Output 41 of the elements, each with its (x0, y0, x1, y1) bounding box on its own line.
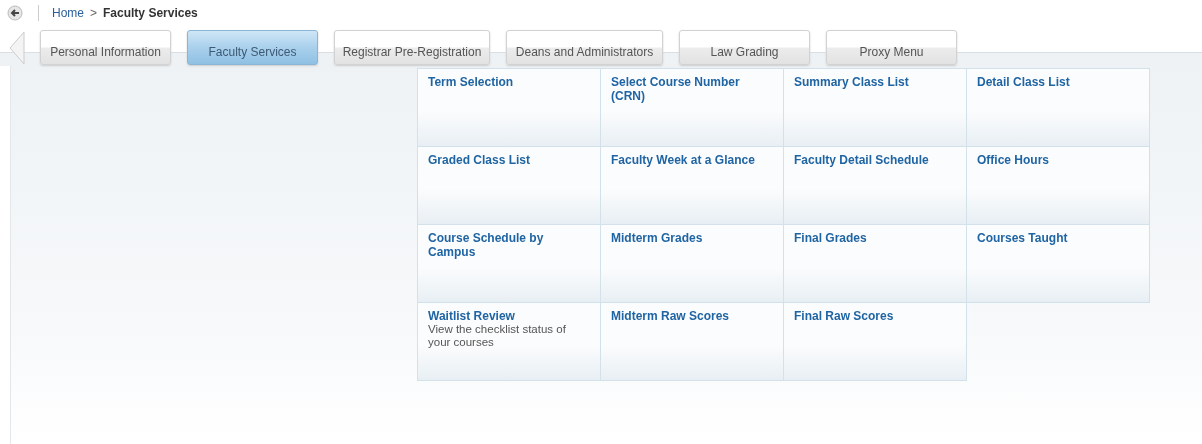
menu-link[interactable]: Courses Taught (977, 231, 1068, 245)
tab[interactable]: Proxy Menu (826, 30, 957, 65)
menu-tile[interactable]: Faculty Detail Schedule (783, 146, 967, 225)
menu-link[interactable]: Faculty Week at a Glance (611, 153, 755, 167)
breadcrumb-separator: > (90, 6, 98, 20)
menu-tile[interactable]: Faculty Week at a Glance (600, 146, 784, 225)
menu-tile[interactable]: Final Grades (783, 224, 967, 303)
menu-tile[interactable]: Course Schedule by Campus (417, 224, 601, 303)
menu-tile[interactable]: Office Hours (966, 146, 1150, 225)
tab[interactable]: Deans and Administrators (506, 30, 663, 65)
tab[interactable]: Registrar Pre-Registration (334, 30, 490, 65)
tab[interactable]: Law Grading (679, 30, 810, 65)
tab[interactable]: Personal Information (40, 30, 171, 65)
menu-link[interactable]: Final Grades (794, 231, 867, 245)
menu-description: View the checklist status of your courses (428, 323, 567, 349)
tab[interactable]: Faculty Services (187, 30, 318, 65)
menu-tile[interactable]: Waitlist Review View the checklist status of your courses (417, 302, 601, 381)
menu-link[interactable]: Final Raw Scores (794, 309, 894, 323)
menu-tile[interactable]: Final Raw Scores (783, 302, 967, 381)
menu-tile[interactable]: Summary Class List (783, 68, 967, 147)
menu-link[interactable]: Select Course Number (CRN) (611, 75, 773, 103)
menu-link[interactable]: Summary Class List (794, 75, 909, 89)
menu-link[interactable]: Graded Class List (428, 153, 531, 167)
menu-link[interactable]: Course Schedule by Campus (428, 231, 590, 259)
menu-link[interactable]: Faculty Detail Schedule (794, 153, 929, 167)
back-icon[interactable] (7, 5, 23, 21)
breadcrumb-current: Faculty Services (103, 6, 198, 20)
menu-tile[interactable]: Term Selection (417, 68, 601, 147)
menu-tile[interactable]: Midterm Raw Scores (600, 302, 784, 381)
menu-link[interactable]: Term Selection (428, 75, 514, 89)
menu-tile[interactable]: Detail Class List (966, 68, 1150, 147)
menu-link[interactable]: Midterm Grades (611, 231, 703, 245)
menu-tile[interactable]: Courses Taught (966, 224, 1150, 303)
menu-tile[interactable]: Select Course Number (CRN) (600, 68, 784, 147)
menu-link[interactable]: Detail Class List (977, 75, 1070, 89)
menu-link[interactable]: Office Hours (977, 153, 1049, 167)
menu-tile[interactable]: Graded Class List (417, 146, 601, 225)
menu-link[interactable]: Midterm Raw Scores (611, 309, 730, 323)
menu-link[interactable]: Waitlist Review (428, 309, 515, 323)
menu-tile[interactable]: Midterm Grades (600, 224, 784, 303)
home-link[interactable]: Home (52, 6, 84, 20)
